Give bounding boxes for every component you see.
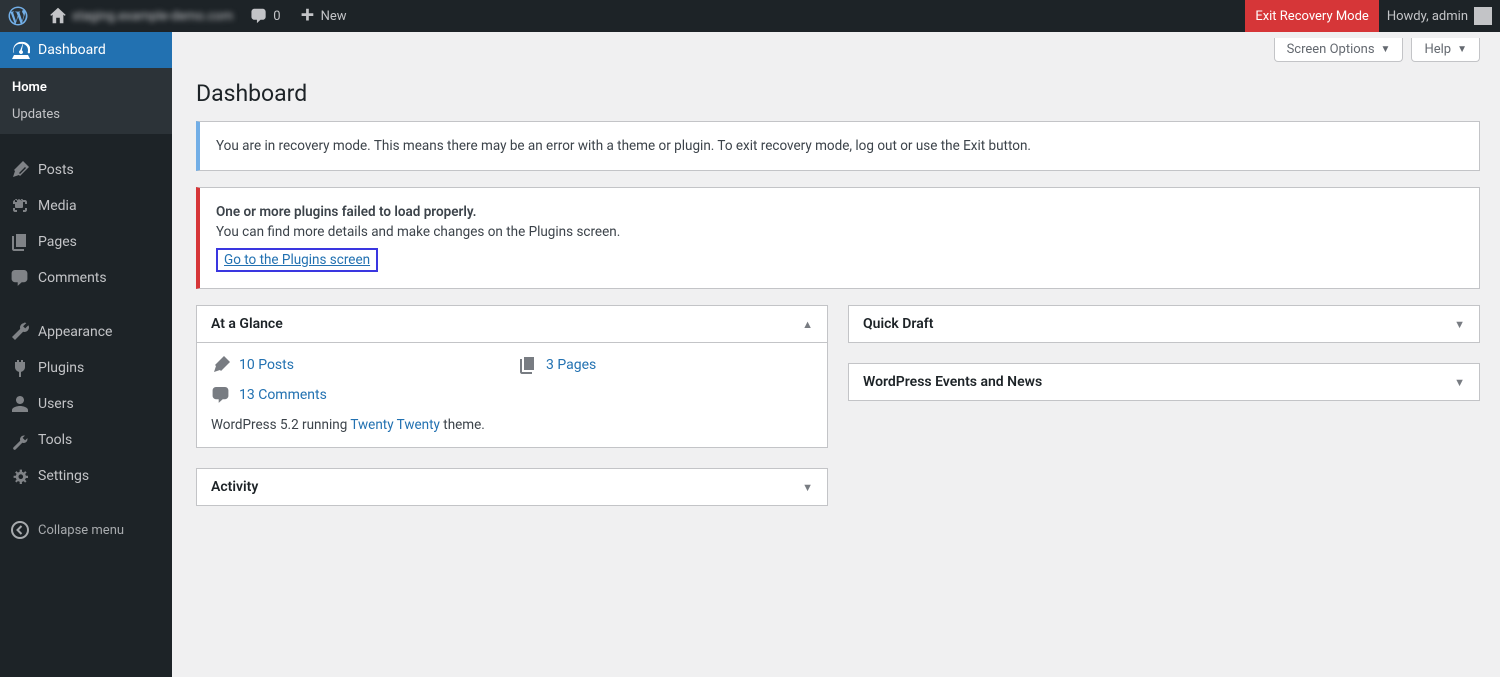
activity-header[interactable]: Activity ▼ (197, 469, 827, 505)
sidebar-item-users[interactable]: Users (0, 386, 172, 422)
home-icon (48, 6, 68, 26)
pin-icon (10, 160, 30, 180)
expand-arrow-icon: ▼ (1454, 318, 1465, 331)
quick-draft-header[interactable]: Quick Draft ▼ (849, 306, 1479, 342)
pages-link[interactable]: 3 Pages (546, 357, 596, 373)
comments-count: 0 (273, 9, 280, 24)
content-area: Screen Options ▼ Help ▼ Dashboard You ar… (172, 0, 1500, 526)
expand-arrow-icon: ▼ (802, 481, 813, 494)
chevron-down-icon: ▼ (1381, 44, 1391, 55)
pages-icon (10, 232, 30, 252)
sidebar-item-comments[interactable]: Comments (0, 260, 172, 296)
collapse-icon (10, 520, 30, 540)
my-account-menu[interactable]: Howdy, admin (1379, 0, 1500, 32)
submenu-updates[interactable]: Updates (0, 101, 172, 128)
glance-comments: 13 Comments (211, 385, 506, 405)
theme-link[interactable]: Twenty Twenty (350, 417, 440, 433)
submenu-home[interactable]: Home (0, 74, 172, 101)
sidebar-item-settings[interactable]: Settings (0, 458, 172, 494)
sidebar-item-tools[interactable]: Tools (0, 422, 172, 458)
settings-icon (10, 466, 30, 486)
help-tab[interactable]: Help ▼ (1411, 38, 1480, 62)
comments-link[interactable]: 13 Comments (239, 387, 327, 403)
plugins-icon (10, 358, 30, 378)
collapse-arrow-icon: ▲ (802, 318, 813, 331)
pin-icon (211, 355, 231, 375)
chevron-down-icon: ▼ (1457, 44, 1467, 55)
comments-icon (211, 385, 231, 405)
tools-icon (10, 430, 30, 450)
sidebar-item-dashboard[interactable]: Dashboard (0, 32, 172, 68)
recovery-mode-text: You are in recovery mode. This means the… (216, 138, 1463, 154)
at-a-glance-header[interactable]: At a Glance ▲ (197, 306, 827, 343)
at-a-glance-box: At a Glance ▲ 10 Posts 3 Pages (196, 305, 828, 448)
collapse-menu-button[interactable]: Collapse menu (0, 512, 172, 548)
activity-box: Activity ▼ (196, 468, 828, 506)
sidebar-item-media[interactable]: Media (0, 188, 172, 224)
media-icon (10, 196, 30, 216)
plugin-error-detail: You can find more details and make chang… (216, 224, 1463, 240)
new-label: New (321, 9, 347, 24)
plus-icon (297, 6, 317, 26)
dashboard-submenu: Home Updates (0, 68, 172, 134)
comment-icon (249, 6, 269, 26)
sidebar-item-appearance[interactable]: Appearance (0, 314, 172, 350)
new-content-menu[interactable]: New (289, 0, 355, 32)
dashboard-icon (10, 40, 30, 60)
comments-menu[interactable]: 0 (241, 0, 288, 32)
plugin-error-notice: One or more plugins failed to load prope… (196, 187, 1480, 289)
admin-bar: staging.example-demo.com 0 New Exit Reco… (0, 0, 1500, 32)
site-name-menu[interactable]: staging.example-demo.com (40, 0, 241, 32)
wp-news-box: WordPress Events and News ▼ (848, 363, 1480, 401)
wordpress-logo-icon (8, 6, 28, 26)
appearance-icon (10, 322, 30, 342)
avatar-icon (1474, 7, 1492, 25)
recovery-mode-notice: You are in recovery mode. This means the… (196, 121, 1480, 171)
sidebar-item-posts[interactable]: Posts (0, 152, 172, 188)
expand-arrow-icon: ▼ (1454, 376, 1465, 389)
plugin-error-heading: One or more plugins failed to load prope… (216, 204, 476, 220)
sidebar-item-pages[interactable]: Pages (0, 224, 172, 260)
users-icon (10, 394, 30, 414)
comments-icon (10, 268, 30, 288)
howdy-text: Howdy, admin (1387, 9, 1468, 24)
site-name-text: staging.example-demo.com (72, 9, 233, 24)
wp-news-header[interactable]: WordPress Events and News ▼ (849, 364, 1479, 400)
sidebar-item-plugins[interactable]: Plugins (0, 350, 172, 386)
glance-pages: 3 Pages (518, 355, 813, 375)
wp-version-line: WordPress 5.2 running Twenty Twenty them… (211, 417, 813, 433)
page-title: Dashboard (196, 72, 1480, 121)
quick-draft-box: Quick Draft ▼ (848, 305, 1480, 343)
glance-posts: 10 Posts (211, 355, 506, 375)
screen-options-tab[interactable]: Screen Options ▼ (1274, 38, 1404, 62)
admin-sidebar: Dashboard Home Updates Posts Media Pages… (0, 32, 172, 677)
wp-logo-menu[interactable] (0, 0, 40, 32)
exit-recovery-button[interactable]: Exit Recovery Mode (1245, 0, 1379, 32)
go-to-plugins-link[interactable]: Go to the Plugins screen (224, 252, 370, 268)
posts-link[interactable]: 10 Posts (239, 357, 294, 373)
pages-icon (518, 355, 538, 375)
